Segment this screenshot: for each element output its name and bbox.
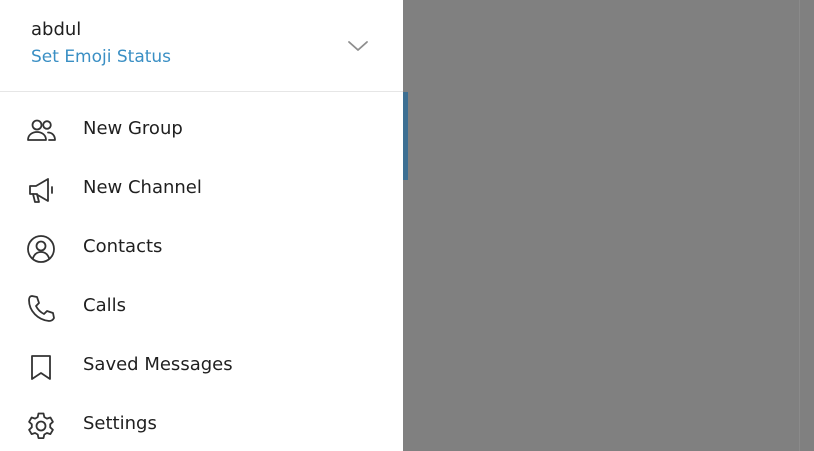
side-menu-drawer: abdul Set Emoji Status New Group New Cha… <box>0 0 403 451</box>
phone-icon <box>25 292 57 324</box>
contact-icon <box>25 233 57 265</box>
menu-item-label: New Channel <box>83 177 202 198</box>
account-header: abdul Set Emoji Status <box>0 0 403 92</box>
menu-item-settings[interactable]: Settings <box>0 396 403 451</box>
menu-item-label: New Group <box>83 118 183 139</box>
menu-item-new-channel[interactable]: New Channel <box>0 160 403 219</box>
menu-item-label: Contacts <box>83 236 163 257</box>
menu-item-label: Calls <box>83 295 126 316</box>
background-dim-overlay[interactable] <box>403 0 814 451</box>
gear-icon <box>25 410 57 442</box>
menu-item-label: Settings <box>83 413 157 434</box>
main-menu: New Group New Channel Contacts Calls Sav… <box>0 101 403 451</box>
bookmark-icon <box>25 351 57 383</box>
chevron-down-icon[interactable] <box>346 38 370 54</box>
set-emoji-status-link[interactable]: Set Emoji Status <box>31 47 171 67</box>
menu-item-contacts[interactable]: Contacts <box>0 219 403 278</box>
menu-item-new-group[interactable]: New Group <box>0 101 403 160</box>
menu-item-calls[interactable]: Calls <box>0 278 403 337</box>
underlay-panel-edge <box>403 92 408 180</box>
menu-item-saved-messages[interactable]: Saved Messages <box>0 337 403 396</box>
megaphone-icon <box>25 174 57 206</box>
menu-item-label: Saved Messages <box>83 354 233 375</box>
underlay-divider <box>799 0 800 451</box>
account-username: abdul <box>31 19 82 40</box>
group-icon <box>25 115 57 147</box>
